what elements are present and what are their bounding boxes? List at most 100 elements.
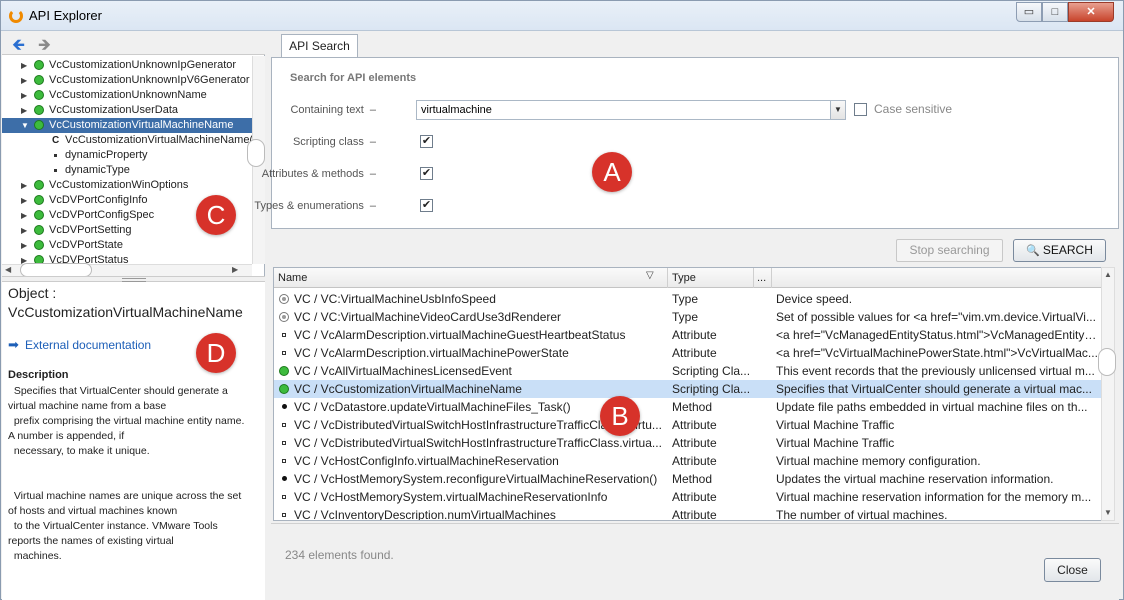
- expand-right-icon[interactable]: ▶: [21, 178, 27, 193]
- tree-item[interactable]: ▶ VcCustomizationUnknownName: [2, 88, 252, 103]
- expand-right-icon[interactable]: ▶: [21, 208, 27, 223]
- expand-down-icon[interactable]: ▼: [21, 118, 29, 133]
- tree-item[interactable]: ▶ VcDVPortState: [2, 238, 252, 253]
- cell-type: Scripting Cla...: [672, 364, 751, 378]
- types-enumerations-checkbox[interactable]: ✔: [420, 199, 433, 212]
- column-header-more[interactable]: ...: [754, 268, 772, 288]
- case-sensitive-checkbox[interactable]: [854, 103, 867, 116]
- scripting-class-label: Scripting class –: [293, 136, 376, 148]
- label-dash: –: [369, 200, 376, 212]
- stop-searching-button[interactable]: Stop searching: [896, 239, 1003, 262]
- results-vertical-scrollbar[interactable]: ▲ ▼: [1098, 267, 1116, 521]
- table-row[interactable]: VC / VcDistributedVirtualSwitchHostInfra…: [274, 434, 1102, 452]
- search-form: Search for API elements Containing text –…: [254, 57, 1119, 229]
- attribute-icon: [282, 333, 286, 337]
- search-section-title: Search for API elements: [290, 72, 417, 84]
- table-row[interactable]: VC / VcAllVirtualMachinesLicensedEvent Sc…: [274, 362, 1102, 380]
- expand-right-icon[interactable]: ▶: [21, 238, 27, 253]
- tree-item-label: VcCustomizationUnknownIpV6Generator: [49, 74, 250, 86]
- cell-name: VC / VC:VirtualMachineUsbInfoSpeed: [294, 292, 496, 306]
- cell-type: Method: [672, 472, 713, 486]
- tree-child-item[interactable]: dynamicProperty: [2, 148, 252, 163]
- chevron-down-icon[interactable]: ▼: [830, 100, 846, 120]
- table-row[interactable]: VC / VcInventoryDescription.numVirtualMa…: [274, 506, 1102, 521]
- close-button[interactable]: Close: [1044, 558, 1101, 582]
- cell-name: VC / VcHostConfigInfo.virtualMachineRese…: [294, 454, 559, 468]
- expand-right-icon[interactable]: ▶: [21, 103, 27, 118]
- search-icon: 🔍: [1026, 245, 1040, 257]
- scroll-thumb[interactable]: [1098, 348, 1116, 376]
- cell-name: VC / VC:VirtualMachineVideoCardUse3dRend…: [294, 310, 562, 324]
- sort-descending-icon[interactable]: ▽: [646, 270, 654, 281]
- class-status-icon: [34, 120, 44, 130]
- method-icon: [282, 476, 287, 481]
- tree-child-item[interactable]: C VcCustomizationVirtualMachineName(): [2, 133, 252, 148]
- expand-right-icon[interactable]: ▶: [21, 223, 27, 238]
- table-row[interactable]: VC / VcAlarmDescription.virtualMachineGu…: [274, 326, 1102, 344]
- title-bar: API Explorer ▭ □ ✕: [1, 1, 1123, 31]
- tree-child-item[interactable]: dynamicType: [2, 163, 252, 178]
- table-row[interactable]: VC / VcHostConfigInfo.virtualMachineRese…: [274, 452, 1102, 470]
- maximize-button[interactable]: □: [1042, 2, 1068, 22]
- results-header: Name ▽ Type ...: [274, 268, 1102, 288]
- scroll-up-icon[interactable]: ▲: [1104, 270, 1112, 279]
- expand-right-icon[interactable]: ▶: [21, 88, 27, 103]
- table-row[interactable]: VC / VcAlarmDescription.virtualMachinePo…: [274, 344, 1102, 362]
- class-status-icon: [34, 90, 44, 100]
- table-row[interactable]: VC / VC:VirtualMachineVideoCardUse3dRend…: [274, 308, 1102, 326]
- tree-item[interactable]: ▼ VcCustomizationVirtualMachineName: [2, 118, 252, 133]
- search-button[interactable]: 🔍 SEARCH: [1013, 239, 1106, 262]
- results-count: 234 elements found.: [285, 548, 394, 562]
- cell-desc: Virtual machine reservation information …: [776, 490, 1092, 504]
- cell-type: Attribute: [672, 346, 717, 360]
- cell-desc: The number of virtual machines.: [776, 508, 948, 521]
- table-row[interactable]: VC / VcHostMemorySystem.virtualMachineRe…: [274, 488, 1102, 506]
- cell-name: VC / VcDistributedVirtualSwitchHostInfra…: [294, 436, 662, 450]
- minimize-button[interactable]: ▭: [1016, 2, 1042, 22]
- containing-text-input[interactable]: virtualmachine: [416, 100, 832, 120]
- tree-item[interactable]: ▶ VcCustomizationUserData: [2, 103, 252, 118]
- table-row[interactable]: VC / VcDatastore.updateVirtualMachineFil…: [274, 398, 1102, 416]
- scroll-down-icon[interactable]: ▼: [1104, 508, 1112, 517]
- cell-type: Attribute: [672, 490, 717, 504]
- column-header-name[interactable]: Name: [274, 268, 668, 288]
- scripting-class-checkbox[interactable]: ✔: [420, 135, 433, 148]
- type-icon: [279, 312, 289, 322]
- cell-desc: Virtual Machine Traffic: [776, 418, 895, 432]
- cell-desc: Virtual machine memory configuration.: [776, 454, 981, 468]
- scroll-right-icon[interactable]: ▶: [232, 265, 238, 274]
- tree-horizontal-scrollbar[interactable]: ◀ ▶: [2, 263, 252, 277]
- attribute-icon: [282, 423, 286, 427]
- external-documentation-link[interactable]: External documentation: [25, 338, 151, 352]
- tree-item[interactable]: ▶ VcCustomizationUnknownIpGenerator: [2, 58, 252, 73]
- scroll-thumb[interactable]: [247, 139, 265, 167]
- right-panel: API Search Search for API elements Conta…: [254, 31, 1119, 600]
- class-status-icon: [34, 240, 44, 250]
- expand-right-icon[interactable]: ▶: [21, 58, 27, 73]
- close-window-button[interactable]: ✕: [1068, 2, 1114, 22]
- table-row[interactable]: VC / VC:VirtualMachineUsbInfoSpeed Type De…: [274, 290, 1102, 308]
- table-row[interactable]: VC / VcCustomizationVirtualMachineName Sc…: [274, 380, 1102, 398]
- table-row[interactable]: VC / VcHostMemorySystem.reconfigureVirtu…: [274, 470, 1102, 488]
- scroll-left-icon[interactable]: ◀: [5, 265, 11, 274]
- class-status-icon: [34, 225, 44, 235]
- tree-item[interactable]: ▶ VcCustomizationWinOptions: [2, 178, 252, 193]
- tree-item[interactable]: ▶ VcCustomizationUnknownIpV6Generator: [2, 73, 252, 88]
- expand-right-icon[interactable]: ▶: [21, 193, 27, 208]
- status-footer: 234 elements found. Close: [271, 523, 1119, 600]
- tree-item-label: VcDVPortSetting: [49, 224, 132, 236]
- column-header-type[interactable]: Type: [668, 268, 754, 288]
- tab-api-search[interactable]: API Search: [281, 34, 358, 58]
- scripting-class-icon: [279, 366, 289, 376]
- scroll-thumb[interactable]: [20, 263, 92, 277]
- type-icon: [279, 294, 289, 304]
- attribute-icon: [282, 441, 286, 445]
- expand-right-icon[interactable]: ▶: [21, 73, 27, 88]
- arrow-right-icon: ➡: [8, 337, 19, 352]
- attributes-methods-checkbox[interactable]: ✔: [420, 167, 433, 180]
- cell-type: Attribute: [672, 436, 717, 450]
- table-row[interactable]: VC / VcDistributedVirtualSwitchHostInfra…: [274, 416, 1102, 434]
- search-toolbar: Stop searching 🔍 SEARCH: [271, 229, 1119, 267]
- tree-item-label: VcCustomizationVirtualMachineName(): [65, 134, 252, 146]
- tree-vertical-scrollbar[interactable]: [247, 56, 265, 264]
